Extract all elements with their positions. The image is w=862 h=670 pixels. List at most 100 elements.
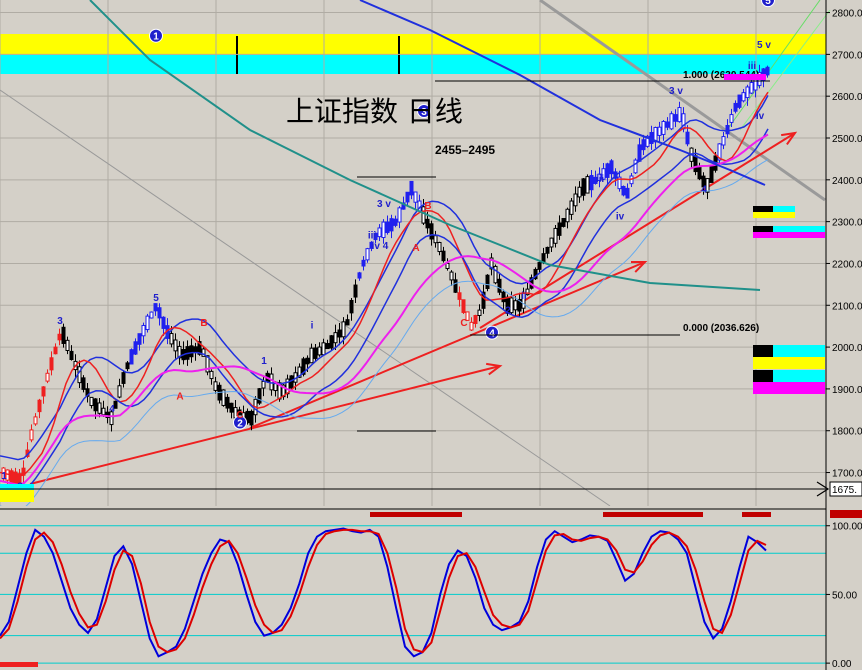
wave-label: 5 v: [757, 40, 771, 51]
candle-body: [497, 278, 502, 293]
candle-body: [409, 180, 414, 196]
candle-body: [173, 339, 178, 352]
candle-body: [581, 178, 586, 196]
wave-label: 3: [57, 316, 63, 327]
candle-body: [413, 191, 418, 203]
candle-body: [193, 346, 198, 353]
y-tick-label: 2000.00: [832, 343, 862, 354]
y-tick-label: 2400.00: [832, 176, 862, 187]
candle-body: [145, 315, 150, 331]
wave-label: 4: [701, 184, 707, 195]
candle-body: [325, 343, 330, 350]
candle-body: [357, 272, 362, 279]
candle-body: [725, 124, 730, 135]
candle-body: [637, 144, 642, 162]
candle-body: [257, 388, 262, 404]
legend-block-2c: [753, 232, 825, 238]
candle-body: [425, 218, 430, 229]
candle-body: [513, 300, 518, 311]
candle-body: [169, 333, 174, 345]
candle-body: [685, 131, 690, 145]
legend-block-3b: [773, 345, 825, 357]
candle-body: [737, 94, 742, 108]
y-tick-label: 1800.00: [832, 427, 862, 438]
chart-title: 上证指数 日线: [286, 95, 463, 128]
wave-label: iii: [368, 230, 377, 241]
candle-body: [61, 326, 66, 344]
signal-bar-bottom: [0, 662, 38, 667]
candle-body: [269, 373, 274, 391]
wave-circle-label: 4: [489, 329, 495, 340]
y-tick-label: 2500.00: [832, 134, 862, 145]
candle-body: [361, 259, 366, 267]
candle-body: [49, 357, 54, 371]
osc-top-tag: [830, 510, 862, 518]
candle-body: [29, 429, 34, 441]
candle-body: [665, 121, 670, 128]
candle-body: [437, 241, 442, 253]
wave-label: A: [412, 243, 419, 254]
candle-body: [305, 357, 310, 365]
candle-body: [365, 248, 370, 261]
candle-body: [377, 227, 382, 238]
chart-root: 12345-5-12345ABC1iABC23 viiiiv 4iiiiiiv3…: [0, 0, 862, 670]
candle-body: [585, 176, 590, 194]
osc-y-tick-label: 50.00: [832, 590, 857, 601]
candle-body: [381, 221, 386, 239]
candle-body: [605, 163, 610, 178]
resistance-band-yellow: [0, 34, 826, 56]
wave-label: 3 v: [669, 86, 683, 97]
legend-block-top: [724, 74, 766, 80]
candle-body: [341, 321, 346, 338]
candle-body: [469, 321, 474, 331]
y-tick-label: 2700.00: [832, 50, 862, 61]
candle-body: [93, 398, 98, 412]
last-price-text: 1675.: [832, 485, 857, 496]
candle-body: [765, 66, 770, 76]
candle-body: [749, 82, 754, 94]
candle-body: [337, 329, 342, 338]
candle-body: [57, 333, 62, 341]
candle-body: [557, 222, 562, 236]
candle-body: [161, 316, 166, 329]
candle-body: [577, 186, 582, 198]
candle-body: [129, 349, 134, 365]
candle-body: [33, 416, 38, 425]
candle-body: [445, 262, 450, 269]
wave-label: B: [424, 201, 431, 212]
candle-body: [89, 396, 94, 407]
wave-label: iii: [596, 174, 605, 185]
legend-block-3e: [773, 370, 825, 382]
wave-label: iv: [756, 111, 765, 122]
wave-label: -5-: [778, 0, 790, 1]
candle-body: [229, 402, 234, 413]
candle-body: [657, 126, 662, 136]
candle-body: [693, 155, 698, 173]
candle-body: [545, 246, 550, 254]
candle-body: [81, 377, 86, 390]
candle-body: [733, 102, 738, 112]
candle-body: [313, 347, 318, 359]
legend-block-1a: [753, 206, 773, 212]
candle-body: [641, 139, 646, 151]
candle-body: [349, 299, 354, 314]
legend-block-3c: [753, 357, 825, 369]
signal-bar: [603, 512, 703, 517]
candle-body: [41, 386, 46, 397]
wave-label: i: [311, 320, 314, 331]
candle-body: [333, 332, 338, 344]
candle-body: [569, 200, 574, 215]
legend-block-3d: [753, 370, 773, 382]
candle-body: [209, 370, 214, 380]
candle-body: [473, 314, 478, 324]
candle-body: [721, 136, 726, 146]
candle-body: [309, 347, 314, 364]
candle-body: [457, 292, 462, 300]
wave-label: C: [236, 410, 243, 421]
wave-label: A: [176, 391, 183, 402]
candle-body: [709, 165, 714, 183]
wave-label: C: [460, 318, 467, 329]
candle-body: [609, 160, 614, 175]
y-tick-label: 2800.00: [832, 9, 862, 20]
candle-body: [125, 362, 130, 370]
